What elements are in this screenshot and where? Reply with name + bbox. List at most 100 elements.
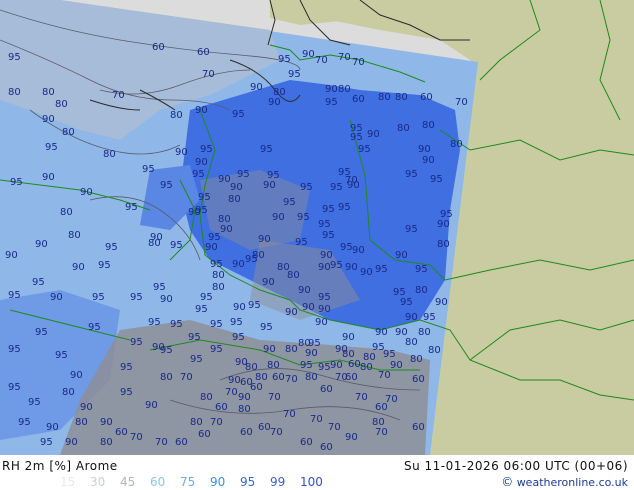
rh-value-label: 90: [218, 174, 231, 185]
rh-value-label: 95: [170, 240, 183, 251]
rh-value-label: 95: [120, 362, 133, 373]
rh-value-label: 60: [152, 42, 165, 53]
rh-value-label: 70: [112, 90, 125, 101]
rh-value-label: 60: [420, 92, 433, 103]
rh-value-label: 70: [385, 394, 398, 405]
rh-value-label: 95: [297, 212, 310, 223]
rh-value-label: 90: [175, 147, 188, 158]
rh-value-label: 80: [395, 92, 408, 103]
rh-value-label: 70: [355, 392, 368, 403]
rh-value-label: 90: [345, 262, 358, 273]
rh-value-label: 95: [45, 142, 58, 153]
rh-value-label: 90: [262, 277, 275, 288]
rh-value-label: 95: [383, 349, 396, 360]
rh-value-label: 95: [330, 260, 343, 271]
rh-value-label: 90: [418, 144, 431, 155]
rh-value-label: 95: [295, 237, 308, 248]
rh-value-label: 70: [283, 409, 296, 420]
rh-value-label: 80: [287, 270, 300, 281]
legend-item: 99: [270, 475, 286, 489]
rh-value-label: 95: [130, 292, 143, 303]
rh-value-label: 90: [342, 332, 355, 343]
map-title: RH 2m [%] Arome: [2, 459, 118, 473]
rh-value-label: 70: [268, 392, 281, 403]
rh-value-label: 90: [325, 84, 338, 95]
rh-value-label: 80: [62, 127, 75, 138]
rh-value-label: 80: [397, 123, 410, 134]
rh-value-label: 80: [450, 139, 463, 150]
rh-value-label: 95: [35, 327, 48, 338]
rh-value-label: 90: [100, 417, 113, 428]
rh-value-label: 95: [98, 260, 111, 271]
rh-value-label: 70: [338, 52, 351, 63]
rh-value-label: 60: [348, 359, 361, 370]
rh-value-label: 90: [318, 304, 331, 315]
rh-value-label: 70: [270, 427, 283, 438]
rh-value-label: 70: [378, 370, 391, 381]
rh-value-label: 95: [200, 144, 213, 155]
rh-value-label: 80: [415, 285, 428, 296]
rh-value-label: 95: [300, 182, 313, 193]
site-credit[interactable]: © weatheronline.co.uk: [501, 475, 628, 489]
rh-value-label: 90: [375, 327, 388, 338]
rh-value-label: 95: [278, 54, 291, 65]
rh-value-label: 95: [55, 350, 68, 361]
rh-value-label: 95: [400, 297, 413, 308]
rh-value-label: 90: [65, 437, 78, 448]
rh-value-label: 90: [360, 267, 373, 278]
rh-value-label: 70: [455, 97, 468, 108]
rh-value-label: 95: [423, 312, 436, 323]
rh-value-label: 70: [210, 417, 223, 428]
rh-value-label: 80: [42, 87, 55, 98]
rh-value-label: 90: [42, 114, 55, 125]
rh-value-label: 95: [120, 387, 133, 398]
rh-value-label: 95: [288, 69, 301, 80]
rh-value-label: 80: [405, 337, 418, 348]
rh-value-label: 90: [435, 297, 448, 308]
rh-value-label: 70: [310, 414, 323, 425]
rh-value-label: 80: [160, 372, 173, 383]
rh-value-label: 60: [352, 94, 365, 105]
rh-value-label: 95: [105, 242, 118, 253]
rh-value-label: 90: [195, 105, 208, 116]
legend-item: 100: [300, 475, 323, 489]
rh-value-label: 70: [375, 427, 388, 438]
rh-value-label: 70: [315, 55, 328, 66]
rh-value-label: 95: [8, 344, 21, 355]
rh-value-label: 90: [347, 180, 360, 191]
rh-value-label: 90: [285, 307, 298, 318]
rh-value-label: 95: [318, 362, 331, 373]
rh-value-label: 95: [245, 254, 258, 265]
rh-value-label: 95: [375, 264, 388, 275]
rh-value-label: 90: [352, 245, 365, 256]
legend-item: 60: [150, 475, 166, 489]
legend-item: 90: [210, 475, 226, 489]
rh-value-label: 80: [360, 362, 373, 373]
rh-value-label: 95: [338, 202, 351, 213]
rh-value-label: 95: [28, 397, 41, 408]
legend-item: 15: [60, 475, 76, 489]
rh-value-label: 95: [318, 219, 331, 230]
rh-value-label: 95: [230, 317, 243, 328]
rh-value-label: 95: [260, 144, 273, 155]
rh-value-label: 90: [80, 187, 93, 198]
rh-value-label: 95: [405, 169, 418, 180]
rh-value-label: 80: [62, 387, 75, 398]
rh-value-label: 90: [437, 219, 450, 230]
rh-value-label: 90: [422, 155, 435, 166]
rh-value-label: 95: [350, 132, 363, 143]
rh-value-label: 60: [240, 377, 253, 388]
rh-value-label: 95: [8, 382, 21, 393]
rh-value-label: 90: [233, 302, 246, 313]
rh-value-label: 80: [285, 344, 298, 355]
rh-value-label: 90: [305, 348, 318, 359]
rh-value-label: 90: [188, 207, 201, 218]
rh-value-label: 80: [363, 352, 376, 363]
rh-value-label: 60: [412, 374, 425, 385]
rh-value-label: 70: [352, 57, 365, 68]
rh-value-label: 95: [405, 224, 418, 235]
rh-value-label: 90: [145, 400, 158, 411]
copyright-icon: ©: [501, 475, 514, 489]
rh-value-label: 95: [130, 337, 143, 348]
rh-value-label: 95: [195, 304, 208, 315]
